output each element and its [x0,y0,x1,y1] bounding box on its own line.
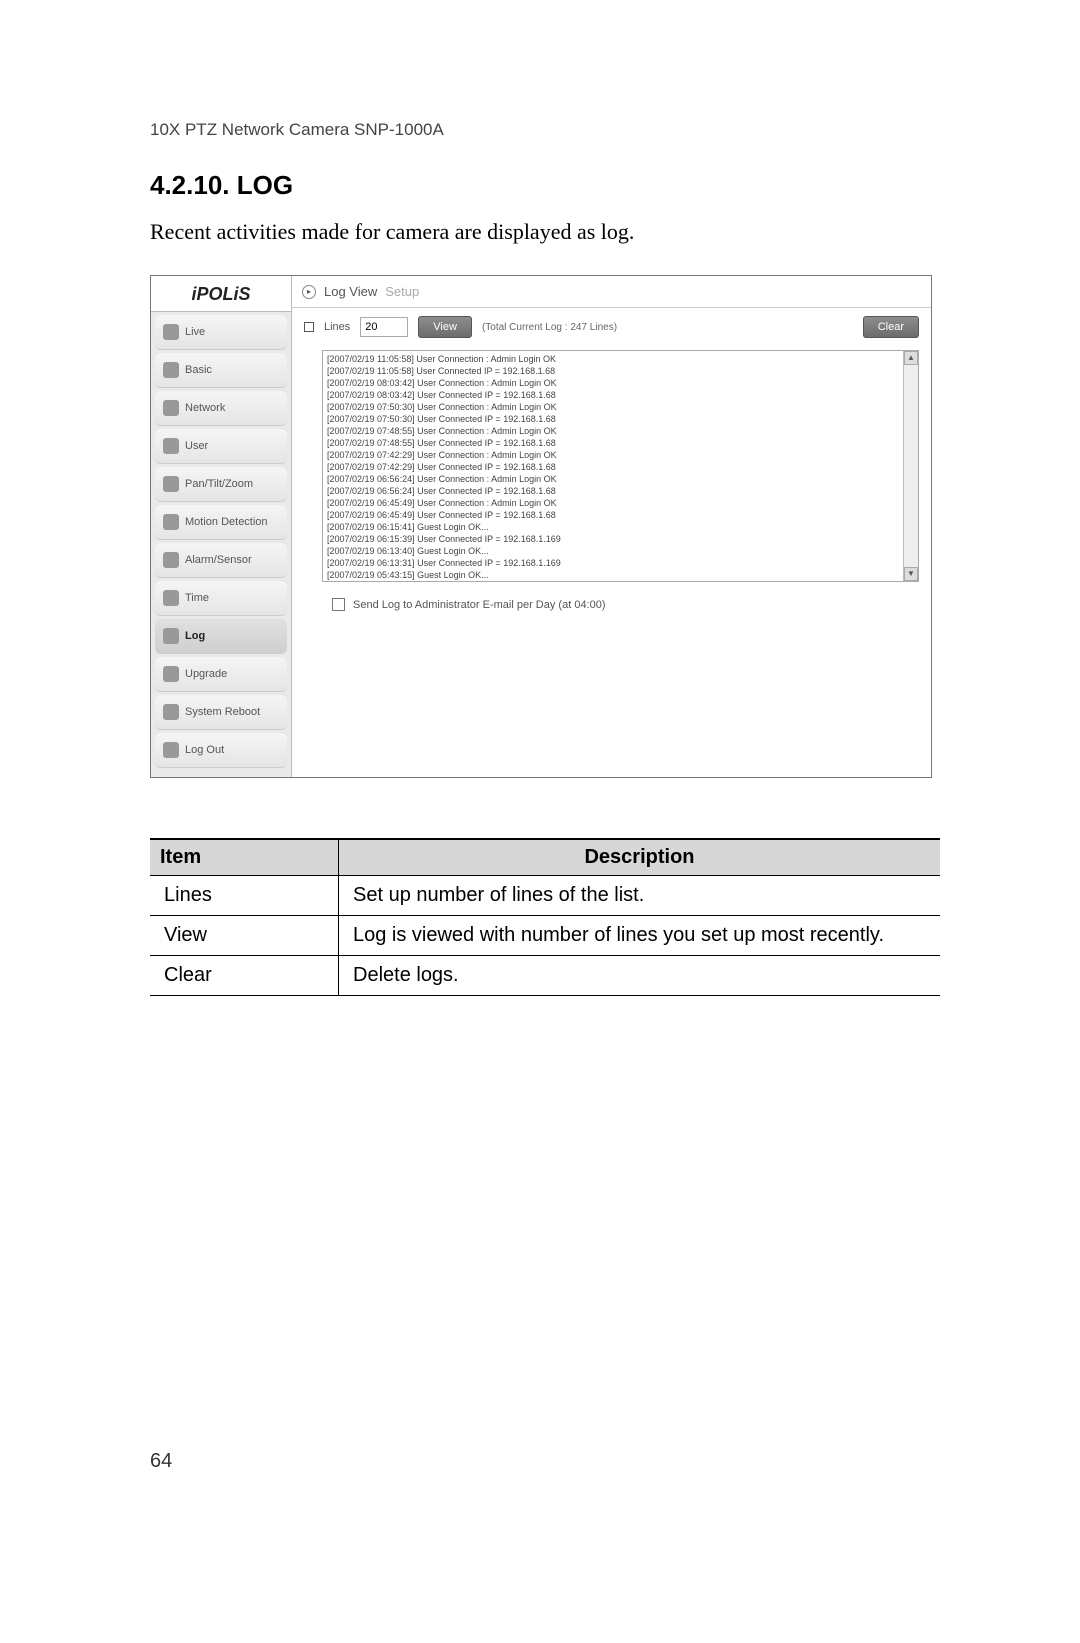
nav-label: Time [185,592,209,604]
nav-network[interactable]: Network [155,391,287,426]
table-row: Lines Set up number of lines of the list… [150,876,940,916]
log-entry: [2007/02/19 11:05:58] User Connection : … [327,353,914,365]
motion-icon [163,514,179,530]
log-view-screenshot: iPOLiS Live Basic Network User Pan/Tilt/… [150,275,932,778]
nav-reboot[interactable]: System Reboot [155,695,287,730]
nav-time[interactable]: Time [155,581,287,616]
bullet-icon: ▸ [302,285,316,299]
nav-label: Motion Detection [185,516,268,528]
view-button[interactable]: View [418,316,472,338]
nav-ptz[interactable]: Pan/Tilt/Zoom [155,467,287,502]
nav-label: Alarm/Sensor [185,554,252,566]
total-log-count: (Total Current Log : 247 Lines) [482,322,617,333]
log-icon [163,628,179,644]
th-item: Item [150,839,339,876]
log-entry: [2007/02/19 06:15:39] User Connected IP … [327,533,914,545]
content-panel: ▸ Log View Setup Lines View (Total Curre… [292,276,931,777]
description-table: Item Description Lines Set up number of … [150,838,940,996]
email-checkbox[interactable] [332,598,345,611]
nav-label: Live [185,326,205,338]
cell-desc: Log is viewed with number of lines you s… [339,916,941,956]
lines-input[interactable] [360,317,408,337]
table-row: Clear Delete logs. [150,956,940,996]
monitor-icon [163,324,179,340]
log-entry: [2007/02/19 06:15:41] Guest Login OK... [327,521,914,533]
log-entry: [2007/02/19 05:43:15] User Connected IP … [327,581,914,582]
log-entry: [2007/02/19 07:42:29] User Connection : … [327,449,914,461]
nav-live[interactable]: Live [155,315,287,350]
page-number: 64 [150,1450,172,1473]
nav-label: System Reboot [185,706,260,718]
log-entry: [2007/02/19 07:50:30] User Connected IP … [327,413,914,425]
log-entry: [2007/02/19 07:48:55] User Connection : … [327,425,914,437]
panel-title-main: Log View [324,284,377,299]
nav-label: User [185,440,208,452]
reboot-icon [163,704,179,720]
log-textarea[interactable]: [2007/02/19 11:05:58] User Connection : … [322,350,919,582]
lines-label: Lines [324,321,350,333]
log-entry: [2007/02/19 06:56:24] User Connection : … [327,473,914,485]
panel-title-sub: Setup [385,284,419,299]
user-icon [163,438,179,454]
table-row: View Log is viewed with number of lines … [150,916,940,956]
log-entry: [2007/02/19 08:03:42] User Connection : … [327,377,914,389]
log-entry: [2007/02/19 07:48:55] User Connected IP … [327,437,914,449]
section-title: 4.2.10. LOG [150,170,940,201]
nav-motion[interactable]: Motion Detection [155,505,287,540]
log-entry: [2007/02/19 06:56:24] User Connected IP … [327,485,914,497]
nav-label: Basic [185,364,212,376]
log-toolbar: Lines View (Total Current Log : 247 Line… [292,308,931,346]
doc-header: 10X PTZ Network Camera SNP-1000A [150,120,940,140]
log-entry: [2007/02/19 06:45:49] User Connected IP … [327,509,914,521]
log-entry: [2007/02/19 11:05:58] User Connected IP … [327,365,914,377]
nav-user[interactable]: User [155,429,287,464]
nav-label: Network [185,402,225,414]
panel-title: ▸ Log View Setup [292,276,931,308]
log-entry: [2007/02/19 06:45:49] User Connection : … [327,497,914,509]
nav-label: Upgrade [185,668,227,680]
intro-text: Recent activities made for camera are di… [150,219,940,245]
square-bullet-icon [304,322,314,332]
sidebar: iPOLiS Live Basic Network User Pan/Tilt/… [151,276,292,777]
clear-button[interactable]: Clear [863,316,919,338]
log-entry: [2007/02/19 07:50:30] User Connection : … [327,401,914,413]
alarm-icon [163,552,179,568]
log-entry: [2007/02/19 07:42:29] User Connected IP … [327,461,914,473]
nav-label: Log Out [185,744,224,756]
th-desc: Description [339,839,941,876]
log-entry: [2007/02/19 06:13:31] User Connected IP … [327,557,914,569]
ipolis-logo: iPOLiS [151,276,291,312]
scroll-down-icon[interactable]: ▼ [904,567,918,581]
logout-icon [163,742,179,758]
cell-item: Lines [150,876,339,916]
clock-icon [163,590,179,606]
nav-label: Log [185,630,205,642]
cell-item: View [150,916,339,956]
ptz-icon [163,476,179,492]
scroll-up-icon[interactable]: ▲ [904,351,918,365]
log-lines: [2007/02/19 11:05:58] User Connection : … [323,351,918,582]
monitor-icon [163,362,179,378]
gear-icon [163,666,179,682]
log-entry: [2007/02/19 08:03:42] User Connected IP … [327,389,914,401]
nav-label: Pan/Tilt/Zoom [185,478,253,490]
nav-alarm[interactable]: Alarm/Sensor [155,543,287,578]
cell-desc: Delete logs. [339,956,941,996]
nav-basic[interactable]: Basic [155,353,287,388]
email-option-label: Send Log to Administrator E-mail per Day… [353,599,606,611]
scrollbar[interactable]: ▲ ▼ [903,351,918,581]
nav-upgrade[interactable]: Upgrade [155,657,287,692]
log-entry: [2007/02/19 05:43:15] Guest Login OK... [327,569,914,581]
nav-logout[interactable]: Log Out [155,733,287,768]
cell-desc: Set up number of lines of the list. [339,876,941,916]
nav-log[interactable]: Log [155,619,287,654]
email-option-row: Send Log to Administrator E-mail per Day… [292,582,931,629]
log-entry: [2007/02/19 06:13:40] Guest Login OK... [327,545,914,557]
network-icon [163,400,179,416]
cell-item: Clear [150,956,339,996]
